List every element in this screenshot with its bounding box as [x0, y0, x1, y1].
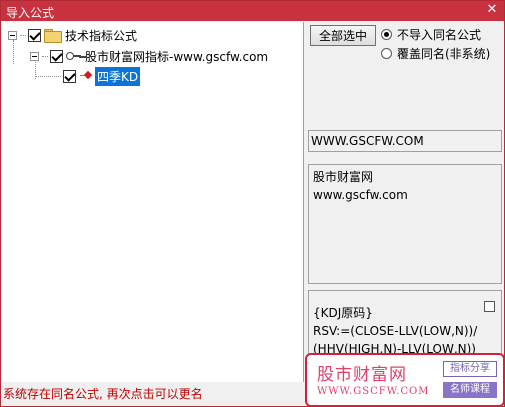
tree-node-group[interactable]: 股市财富网指标-www.gscfw.com	[30, 47, 268, 65]
folder-icon	[44, 29, 62, 43]
formula-line: RSV:=(CLOSE-LLV(LOW,N))/	[313, 324, 478, 338]
radio-no-import-label: 不导入同名公式	[397, 27, 482, 42]
description-box: 股市财富网 www.gscfw.com	[308, 164, 502, 284]
status-text: 系统存在同名公式, 再次点击可以更名	[3, 387, 203, 401]
tree-connector	[35, 75, 61, 77]
url-field: WWW.GSCFW.COM	[308, 130, 502, 152]
group-checkbox[interactable]	[50, 49, 63, 63]
watermark-tag-course: 名师课程	[443, 382, 497, 398]
close-icon[interactable]: ✕	[485, 3, 499, 17]
watermark-url: WWW.GSCFW.COM	[317, 386, 430, 397]
select-all-button[interactable]: 全部选中	[310, 25, 376, 46]
radio-overwrite-indicator[interactable]	[381, 47, 392, 59]
radio-overwrite-label: 覆盖同名(非系统)	[397, 46, 491, 61]
formula-line: {KDJ原码}	[313, 306, 373, 320]
tree-node-root[interactable]: 技术指标公式	[8, 26, 137, 44]
window-title: 导入公式	[6, 6, 55, 20]
description-line: 股市财富网	[313, 170, 374, 184]
formula-diamond-icon	[79, 70, 93, 82]
watermark-logo: 股市财富网 WWW.GSCFW.COM 指标分享 名师课程	[305, 353, 505, 407]
root-label: 技术指标公式	[65, 28, 138, 43]
description-line: www.gscfw.com	[313, 188, 408, 202]
formula-tree: 技术指标公式 股市财富网指标-www.gscfw.com 四季KD	[2, 22, 304, 382]
root-checkbox[interactable]	[28, 28, 41, 42]
collapse-icon[interactable]	[30, 51, 39, 61]
watermark-name: 股市财富网	[317, 365, 407, 385]
tree-node-item[interactable]: 四季KD	[35, 66, 141, 86]
item-label[interactable]: 四季KD	[95, 66, 141, 86]
watermark-tag-share: 指标分享	[443, 361, 497, 377]
group-label: 股市财富网指标-www.gscfw.com	[85, 49, 269, 64]
formula-checkbox[interactable]	[484, 301, 495, 312]
collapse-icon[interactable]	[8, 30, 17, 40]
radio-no-import-indicator[interactable]	[381, 28, 392, 40]
radio-overwrite[interactable]: 覆盖同名(非系统)	[381, 45, 490, 61]
key-icon	[66, 51, 82, 61]
options-panel: 全部选中 不导入同名公式 覆盖同名(非系统) WWW.GSCFW.COM 股市财…	[306, 22, 504, 382]
title-bar: 导入公式 ✕	[1, 1, 504, 21]
radio-no-import[interactable]: 不导入同名公式	[381, 26, 481, 42]
tree-connector	[20, 34, 26, 36]
import-formula-dialog: 导入公式 ✕ 技术指标公式 股市财富网指标-www.gscfw.com 四季KD	[0, 0, 505, 407]
item-checkbox[interactable]	[63, 69, 76, 83]
tree-connector	[42, 55, 48, 57]
